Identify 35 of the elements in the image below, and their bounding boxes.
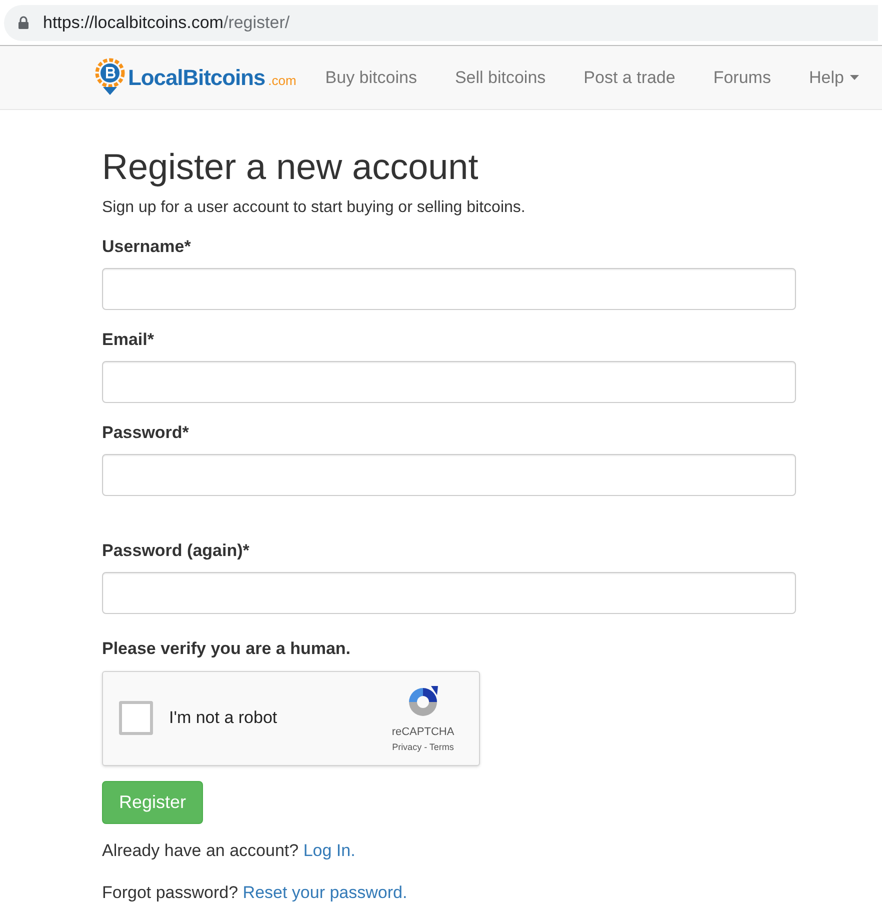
separator-text: - bbox=[423, 742, 428, 752]
input-field[interactable] bbox=[102, 361, 796, 403]
url-text: https://localbitcoins.com/register/ bbox=[43, 12, 290, 34]
nav-link[interactable]: Buy bitcoins bbox=[306, 64, 436, 90]
lock-icon bbox=[18, 16, 29, 29]
field-label: Password (again)* bbox=[102, 541, 250, 561]
footer-link[interactable]: Reset your password. bbox=[242, 883, 408, 902]
address-bar[interactable]: https://localbitcoins.com/register/ bbox=[4, 4, 878, 40]
terms-link[interactable]: Terms bbox=[429, 742, 454, 752]
captcha-heading: Please verify you are a human. bbox=[102, 638, 352, 660]
caret-icon bbox=[850, 75, 859, 80]
footer-text: Already have an account? Log In. bbox=[102, 840, 356, 862]
nav-link[interactable]: Post a trade bbox=[564, 64, 694, 90]
page-title: Register a new account bbox=[102, 146, 480, 188]
nav-link[interactable]: Forums bbox=[694, 64, 790, 90]
site-logo[interactable]: LocalBitcoins.com bbox=[95, 58, 296, 98]
recaptcha-brand: reCAPTCHA bbox=[392, 725, 454, 740]
field-label: Email* bbox=[102, 330, 155, 350]
logo-text: LocalBitcoins bbox=[128, 64, 266, 92]
footer-link[interactable]: Log In. bbox=[303, 840, 356, 860]
coin-pin-icon bbox=[95, 58, 125, 98]
input-field[interactable] bbox=[102, 268, 796, 310]
robot-checkbox[interactable] bbox=[119, 701, 153, 735]
register-button[interactable]: Register bbox=[102, 780, 204, 824]
nav-link[interactable]: Sell bitcoins bbox=[436, 64, 565, 90]
robot-label: I'm not a robot bbox=[169, 707, 278, 730]
footer-text: Forgot password? Reset your password. bbox=[102, 882, 408, 904]
logo-suffix: .com bbox=[268, 72, 296, 90]
nav-link[interactable]: Help bbox=[790, 64, 878, 90]
input-field[interactable] bbox=[102, 454, 796, 496]
field-label: Username* bbox=[102, 237, 192, 257]
page-subtitle: Sign up for a user account to start buying or selling bitcoins. bbox=[102, 198, 526, 218]
input-field[interactable] bbox=[102, 572, 796, 614]
privacy-link[interactable]: Privacy bbox=[392, 742, 422, 752]
field-label: Password* bbox=[102, 423, 190, 443]
